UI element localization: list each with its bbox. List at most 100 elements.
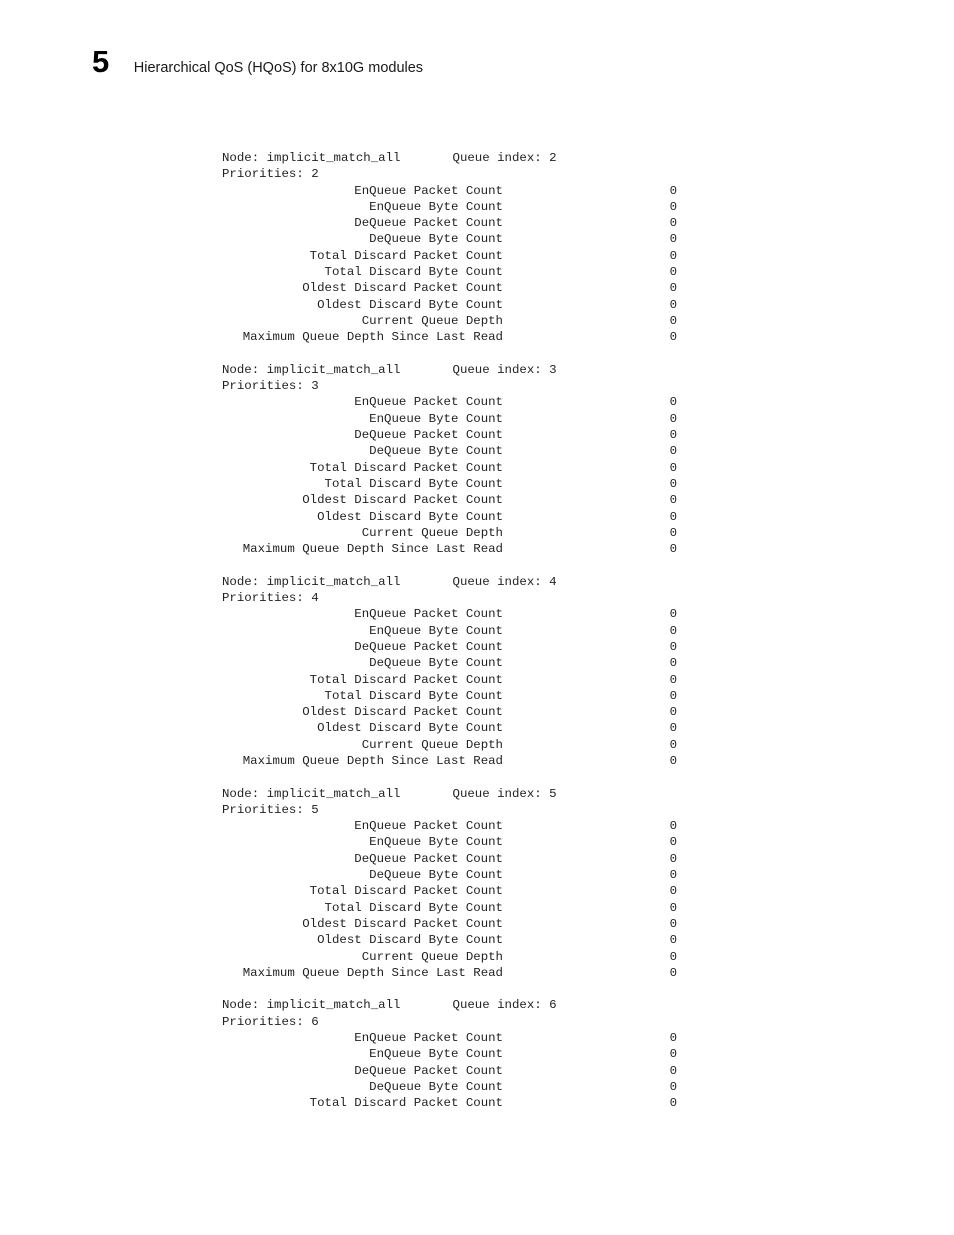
cli-stat-row: EnQueue Byte Count 0 (222, 199, 922, 215)
cli-stat-label: DeQueue Packet Count (354, 216, 503, 231)
cli-stat-value: 0 (669, 753, 677, 768)
cli-stat-row: Total Discard Packet Count 0 (222, 883, 922, 899)
cli-stat-value: 0 (669, 525, 677, 540)
cli-stat-value: 0 (669, 949, 677, 964)
cli-stat-label: DeQueue Packet Count (354, 639, 503, 654)
cli-stat-row: Maximum Queue Depth Since Last Read 0 (222, 541, 922, 557)
cli-stat-label: Oldest Discard Byte Count (317, 297, 503, 312)
cli-stat-row: Total Discard Packet Count 0 (222, 1095, 922, 1111)
cli-stat-label: DeQueue Byte Count (369, 656, 503, 671)
cli-stat-value: 0 (669, 737, 677, 752)
cli-stat-row: DeQueue Byte Count 0 (222, 655, 922, 671)
page-title: Hierarchical QoS (HQoS) for 8x10G module… (133, 60, 424, 76)
cli-stat-label: Oldest Discard Byte Count (317, 721, 503, 736)
chapter-number: 5 (92, 44, 109, 79)
cli-stat-value: 0 (669, 851, 677, 866)
cli-stat-value: 0 (669, 509, 677, 524)
cli-blank-line (222, 346, 922, 362)
cli-stat-label: EnQueue Byte Count (369, 623, 503, 638)
cli-stat-label: Current Queue Depth (361, 737, 503, 752)
cli-stat-label: Total Discard Byte Count (324, 688, 503, 703)
cli-stat-row: Total Discard Packet Count 0 (222, 248, 922, 264)
cli-stat-value: 0 (669, 216, 677, 231)
cli-stat-label: Total Discard Packet Count (309, 1096, 503, 1111)
cli-stat-value: 0 (669, 395, 677, 410)
cli-stat-label: Total Discard Packet Count (309, 884, 503, 899)
cli-stat-row: EnQueue Packet Count 0 (222, 1030, 922, 1046)
document-page: 5 Hierarchical QoS (HQoS) for 8x10G modu… (0, 0, 954, 1235)
cli-stat-label: Maximum Queue Depth Since Last Read (242, 965, 503, 980)
cli-stat-row: Maximum Queue Depth Since Last Read 0 (222, 329, 922, 345)
cli-stat-value: 0 (669, 199, 677, 214)
cli-stat-value: 0 (669, 330, 677, 345)
cli-stat-row: Maximum Queue Depth Since Last Read 0 (222, 753, 922, 769)
cli-stat-row: Total Discard Byte Count 0 (222, 688, 922, 704)
cli-node-header-line: Node: implicit_match_all Queue index: 2 (222, 151, 557, 165)
cli-stat-row: DeQueue Packet Count 0 (222, 1063, 922, 1079)
cli-stat-value: 0 (669, 476, 677, 491)
cli-stat-value: 0 (669, 868, 677, 883)
cli-stat-label: Oldest Discard Byte Count (317, 933, 503, 948)
cli-stat-label: EnQueue Packet Count (354, 607, 503, 622)
cli-stat-row: Maximum Queue Depth Since Last Read 0 (222, 965, 922, 981)
cli-stat-value: 0 (669, 933, 677, 948)
cli-stat-row: EnQueue Packet Count 0 (222, 394, 922, 410)
cli-priorities-line: Priorities: 6 (222, 1014, 319, 1029)
cli-stat-label: EnQueue Packet Count (354, 183, 503, 198)
cli-stat-value: 0 (669, 607, 677, 622)
cli-stat-row: DeQueue Packet Count 0 (222, 427, 922, 443)
cli-stat-value: 0 (669, 900, 677, 915)
cli-stat-value: 0 (669, 916, 677, 931)
cli-stat-value: 0 (669, 639, 677, 654)
cli-stat-label: DeQueue Packet Count (354, 851, 503, 866)
cli-stat-row: Total Discard Packet Count 0 (222, 672, 922, 688)
cli-stat-label: Total Discard Byte Count (324, 900, 503, 915)
cli-blank-line (222, 557, 922, 573)
cli-stat-label: Current Queue Depth (361, 949, 503, 964)
cli-stat-label: Maximum Queue Depth Since Last Read (242, 330, 503, 345)
cli-blank-line (222, 769, 922, 785)
cli-stat-row: Oldest Discard Packet Count 0 (222, 492, 922, 508)
cli-stat-value: 0 (669, 428, 677, 443)
cli-stat-row: EnQueue Byte Count 0 (222, 623, 922, 639)
cli-priorities-line: Priorities: 5 (222, 802, 319, 817)
cli-priorities-line: Priorities: 4 (222, 591, 319, 606)
cli-priorities-line: Priorities: 3 (222, 379, 319, 394)
cli-stat-value: 0 (669, 688, 677, 703)
cli-stat-value: 0 (669, 623, 677, 638)
cli-stat-row: EnQueue Packet Count 0 (222, 183, 922, 199)
cli-stat-value: 0 (669, 460, 677, 475)
cli-stat-value: 0 (669, 411, 677, 426)
cli-stat-row: EnQueue Byte Count 0 (222, 834, 922, 850)
cli-stat-label: Oldest Discard Byte Count (317, 509, 503, 524)
cli-stat-label: DeQueue Packet Count (354, 1063, 503, 1078)
cli-stat-value: 0 (669, 656, 677, 671)
cli-stat-row: Total Discard Byte Count 0 (222, 900, 922, 916)
cli-stat-value: 0 (669, 248, 677, 263)
cli-stat-row: DeQueue Packet Count 0 (222, 215, 922, 231)
cli-stat-label: EnQueue Packet Count (354, 395, 503, 410)
cli-stat-label: DeQueue Byte Count (369, 1079, 503, 1094)
cli-stat-row: Oldest Discard Byte Count 0 (222, 297, 922, 313)
cli-stat-value: 0 (669, 1063, 677, 1078)
cli-stat-row: EnQueue Packet Count 0 (222, 818, 922, 834)
cli-stat-row: Current Queue Depth 0 (222, 949, 922, 965)
cli-stat-row: Current Queue Depth 0 (222, 313, 922, 329)
cli-stat-row: Oldest Discard Packet Count 0 (222, 704, 922, 720)
cli-stat-value: 0 (669, 835, 677, 850)
cli-stat-row: DeQueue Byte Count 0 (222, 867, 922, 883)
cli-stat-row: DeQueue Byte Count 0 (222, 1079, 922, 1095)
cli-stat-value: 0 (669, 297, 677, 312)
cli-stat-label: EnQueue Byte Count (369, 199, 503, 214)
cli-stat-label: DeQueue Byte Count (369, 232, 503, 247)
cli-stat-row: Current Queue Depth 0 (222, 737, 922, 753)
cli-stat-value: 0 (669, 965, 677, 980)
cli-stat-label: Total Discard Packet Count (309, 672, 503, 687)
cli-stat-label: EnQueue Byte Count (369, 1047, 503, 1062)
cli-stat-value: 0 (669, 183, 677, 198)
cli-stat-label: Total Discard Packet Count (309, 248, 503, 263)
cli-stat-label: Oldest Discard Packet Count (302, 916, 503, 931)
cli-stat-value: 0 (669, 313, 677, 328)
cli-stat-value: 0 (669, 1096, 677, 1111)
cli-stat-row: Total Discard Byte Count 0 (222, 264, 922, 280)
